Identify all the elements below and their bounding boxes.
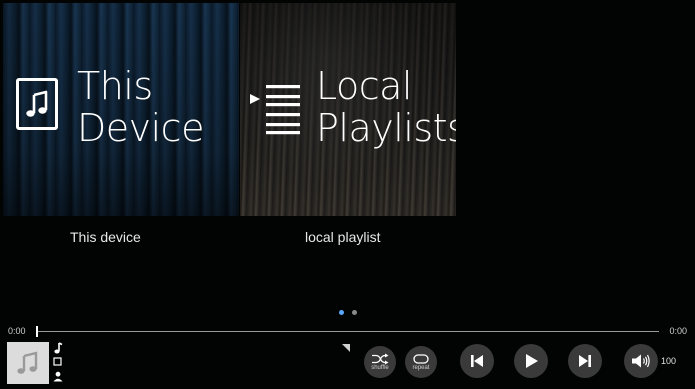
- local-playlists-title-line1: Local: [316, 64, 413, 108]
- volume-level: 100: [661, 356, 677, 366]
- local-playlists-caption[interactable]: local playlist: [305, 229, 380, 245]
- play-button[interactable]: [514, 344, 548, 378]
- repeat-button[interactable]: repeat: [405, 346, 437, 378]
- shuffle-button[interactable]: shuffle: [364, 346, 396, 378]
- play-icon: [526, 354, 538, 368]
- elapsed-time: 0:00: [8, 326, 26, 336]
- previous-button[interactable]: [460, 344, 494, 378]
- this-device-tile-content: This Device: [3, 3, 239, 216]
- local-playlists-title: Local Playlists: [316, 65, 456, 149]
- local-playlists-tile[interactable]: Local Playlists: [240, 3, 456, 216]
- album-art-note-icon: [17, 351, 38, 374]
- this-device-caption[interactable]: This device: [70, 229, 141, 245]
- total-time: 0:00: [669, 326, 687, 336]
- repeat-label: repeat: [412, 364, 430, 371]
- skip-next-icon: [579, 355, 591, 367]
- shuffle-icon: [372, 353, 389, 364]
- this-device-title-line2: Device: [77, 106, 204, 150]
- this-device-title: This Device: [77, 65, 204, 149]
- volume-icon: [632, 354, 650, 368]
- song-icon: [54, 342, 63, 354]
- album-icon: [53, 357, 62, 366]
- shuffle-label: shuffle: [371, 364, 389, 371]
- pager-dot-active[interactable]: [339, 310, 344, 315]
- skip-previous-icon: [471, 355, 483, 367]
- volume-button[interactable]: [624, 344, 658, 378]
- music-note-icon: [16, 78, 58, 130]
- artist-icon: [53, 371, 63, 382]
- repeat-icon: [413, 353, 429, 364]
- player-screen: This Device Local Playlists This device …: [0, 0, 695, 389]
- this-device-title-line1: This: [77, 64, 153, 108]
- local-playlists-tile-content: Local Playlists: [240, 3, 456, 216]
- track-info-icons: [53, 342, 65, 384]
- seek-handle[interactable]: [36, 326, 38, 337]
- next-button[interactable]: [568, 344, 602, 378]
- pager-dot[interactable]: [352, 310, 357, 315]
- local-playlists-title-line2: Playlists: [316, 106, 456, 150]
- this-device-tile[interactable]: This Device: [3, 3, 239, 216]
- album-art[interactable]: [7, 342, 49, 384]
- corner-arrow-icon: [342, 344, 350, 352]
- seek-bar[interactable]: [37, 331, 659, 332]
- playlist-icon: [250, 85, 300, 135]
